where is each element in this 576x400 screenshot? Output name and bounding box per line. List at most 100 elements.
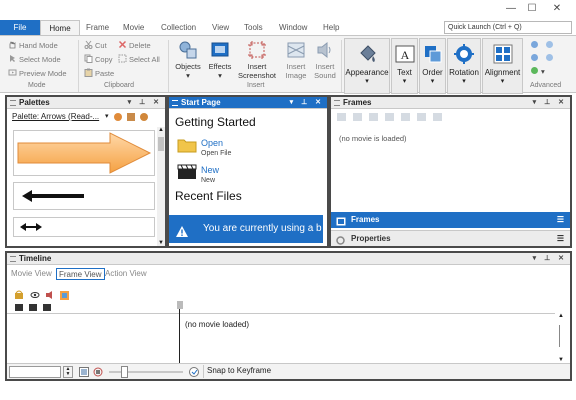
start-page-header: Start Page ▾ ⊥ ✕ — [169, 97, 327, 109]
insert-sound-button[interactable]: Insert Sound — [311, 38, 339, 82]
palette-tool-icons — [114, 113, 148, 121]
advanced-button-5[interactable]: ▾ — [530, 66, 545, 78]
tab-view[interactable]: View — [212, 20, 229, 35]
properties-tab[interactable]: Properties ☰ — [331, 230, 570, 246]
palettes-scrollbar[interactable]: ▲ ▼ — [157, 127, 165, 246]
zoom-slider-thumb[interactable] — [121, 366, 128, 378]
getting-started-heading: Getting Started — [175, 115, 256, 129]
objects-label: Objects — [175, 62, 201, 71]
tab-window[interactable]: Window — [279, 20, 307, 35]
chevron-down-icon: ▾ — [500, 78, 505, 85]
settings-icon — [530, 66, 539, 75]
zoom-reset-icon[interactable] — [93, 367, 103, 379]
ungroup-icon — [545, 40, 554, 49]
open-link[interactable]: Open — [201, 138, 223, 148]
advanced-button-2[interactable] — [545, 40, 556, 52]
delete-label: Delete — [129, 41, 151, 50]
tab-help[interactable]: Help — [323, 20, 339, 35]
speaker-icon — [315, 40, 335, 60]
insert-image-label: Insert Image — [285, 62, 307, 80]
panel-controls[interactable]: ▾ ⊥ ✕ — [533, 97, 567, 109]
alignment-button[interactable]: Alignment ▾ — [482, 38, 523, 94]
new-link[interactable]: New — [201, 165, 219, 175]
menu-icon[interactable]: ☰ — [557, 212, 564, 228]
objects-button[interactable]: Objects ▾ — [172, 38, 204, 82]
timeline-scrollbar[interactable]: ▲ ▼ — [556, 313, 566, 363]
panel-controls[interactable]: ▾ ⊥ ✕ — [533, 253, 567, 265]
palette-item-black-arrow[interactable] — [13, 182, 155, 210]
advanced-button-4[interactable] — [545, 53, 556, 65]
panel-controls[interactable]: ▾ ⊥ ✕ — [128, 97, 162, 109]
order-button[interactable]: Order ▾ — [419, 38, 446, 94]
menu-icon[interactable]: ☰ — [557, 231, 564, 247]
hand-mode-label: Hand Mode — [19, 41, 58, 50]
separator — [203, 365, 204, 378]
palette-item-orange-arrow[interactable] — [13, 130, 155, 176]
cut-label: Cut — [95, 41, 107, 50]
scroll-up-icon[interactable]: ▲ — [556, 313, 566, 319]
appearance-button[interactable]: Appearance ▾ — [344, 38, 390, 94]
text-button[interactable]: A Text ▾ — [391, 38, 418, 94]
frames-panel: Frames ▾ ⊥ ✕ (no movie is loaded) Frames… — [329, 95, 572, 248]
tab-action-view[interactable]: Action View — [105, 268, 147, 280]
snap-icon[interactable] — [188, 366, 200, 380]
chevron-down-icon: ▾ — [430, 78, 435, 85]
playhead[interactable] — [179, 301, 180, 363]
copy-button[interactable]: Copy — [84, 54, 113, 66]
open-sub-label: Open File — [201, 150, 232, 157]
close-button[interactable]: ✕ — [546, 2, 568, 16]
paste-button[interactable]: Paste — [84, 68, 114, 80]
scrollbar-thumb[interactable] — [158, 137, 164, 151]
tab-frame-view[interactable]: Frame View — [56, 268, 105, 280]
snap-to-keyframe-label[interactable]: Snap to Keyframe — [207, 366, 271, 375]
trial-banner[interactable]: You are currently using a b — [169, 215, 323, 243]
order-icon — [422, 43, 444, 65]
palette-tools[interactable] — [113, 111, 153, 123]
advanced-button-1[interactable] — [530, 40, 541, 52]
playhead-handle[interactable] — [177, 301, 183, 309]
palette-item-double-arrow[interactable] — [13, 217, 155, 237]
scroll-up-icon[interactable]: ▲ — [157, 127, 165, 133]
separator — [168, 40, 169, 92]
mode-group-label: Mode — [28, 82, 46, 89]
insert-image-button[interactable]: Insert Image — [282, 38, 310, 82]
timeline-header: Timeline ▾ ⊥ ✕ — [7, 253, 570, 265]
tab-collection[interactable]: Collection — [161, 20, 196, 35]
minimize-button[interactable]: — — [500, 2, 522, 16]
text-icon: A — [394, 43, 416, 65]
delete-button[interactable]: Delete — [118, 40, 151, 52]
hand-icon — [8, 40, 17, 49]
palette-selector[interactable]: Palette: Arrows (Read-... — [12, 112, 108, 124]
rotation-button[interactable]: Rotation ▾ — [447, 38, 481, 94]
hand-mode-button[interactable]: Hand Mode — [8, 40, 58, 52]
frame-view-icon[interactable] — [79, 367, 89, 379]
clipboard-group-label: Clipboard — [104, 82, 134, 89]
layer-control-icons — [15, 290, 69, 311]
paint-bucket-icon — [356, 43, 378, 65]
maximize-button[interactable]: ☐ — [521, 2, 543, 16]
select-mode-button[interactable]: Select Mode — [8, 54, 61, 66]
timeline-empty-message: (no movie loaded) — [185, 320, 250, 329]
chevron-down-icon[interactable]: ▾ — [105, 112, 109, 120]
frame-stepper[interactable]: ▲ ▼ — [63, 366, 73, 378]
tab-file[interactable]: File — [0, 20, 40, 35]
preview-mode-button[interactable]: Preview Mode — [8, 68, 67, 80]
insert-screenshot-button[interactable]: Insert Screenshot — [236, 38, 278, 82]
panel-controls[interactable]: ▾ ⊥ ✕ — [290, 97, 324, 109]
frames-tab[interactable]: Frames ☰ — [331, 212, 570, 228]
advanced-button-3[interactable] — [530, 53, 541, 65]
preview-icon — [8, 68, 17, 77]
quick-launch-input[interactable]: Quick Launch (Ctrl + Q) — [444, 21, 572, 34]
frame-number-input[interactable] — [9, 366, 61, 378]
tab-home[interactable]: Home — [40, 20, 80, 36]
tab-frame[interactable]: Frame — [86, 20, 109, 35]
tab-tools[interactable]: Tools — [244, 20, 263, 35]
tab-movie[interactable]: Movie — [123, 20, 144, 35]
effects-button[interactable]: Effects ▾ — [205, 38, 235, 82]
tab-movie-view[interactable]: Movie View — [11, 268, 52, 280]
insert-sound-label: Insert Sound — [314, 62, 336, 80]
scroll-down-icon[interactable]: ▼ — [157, 240, 165, 246]
cut-button[interactable]: Cut — [84, 40, 107, 52]
scrollbar-thumb[interactable] — [559, 325, 560, 347]
select-all-button[interactable]: Select All — [118, 54, 160, 66]
